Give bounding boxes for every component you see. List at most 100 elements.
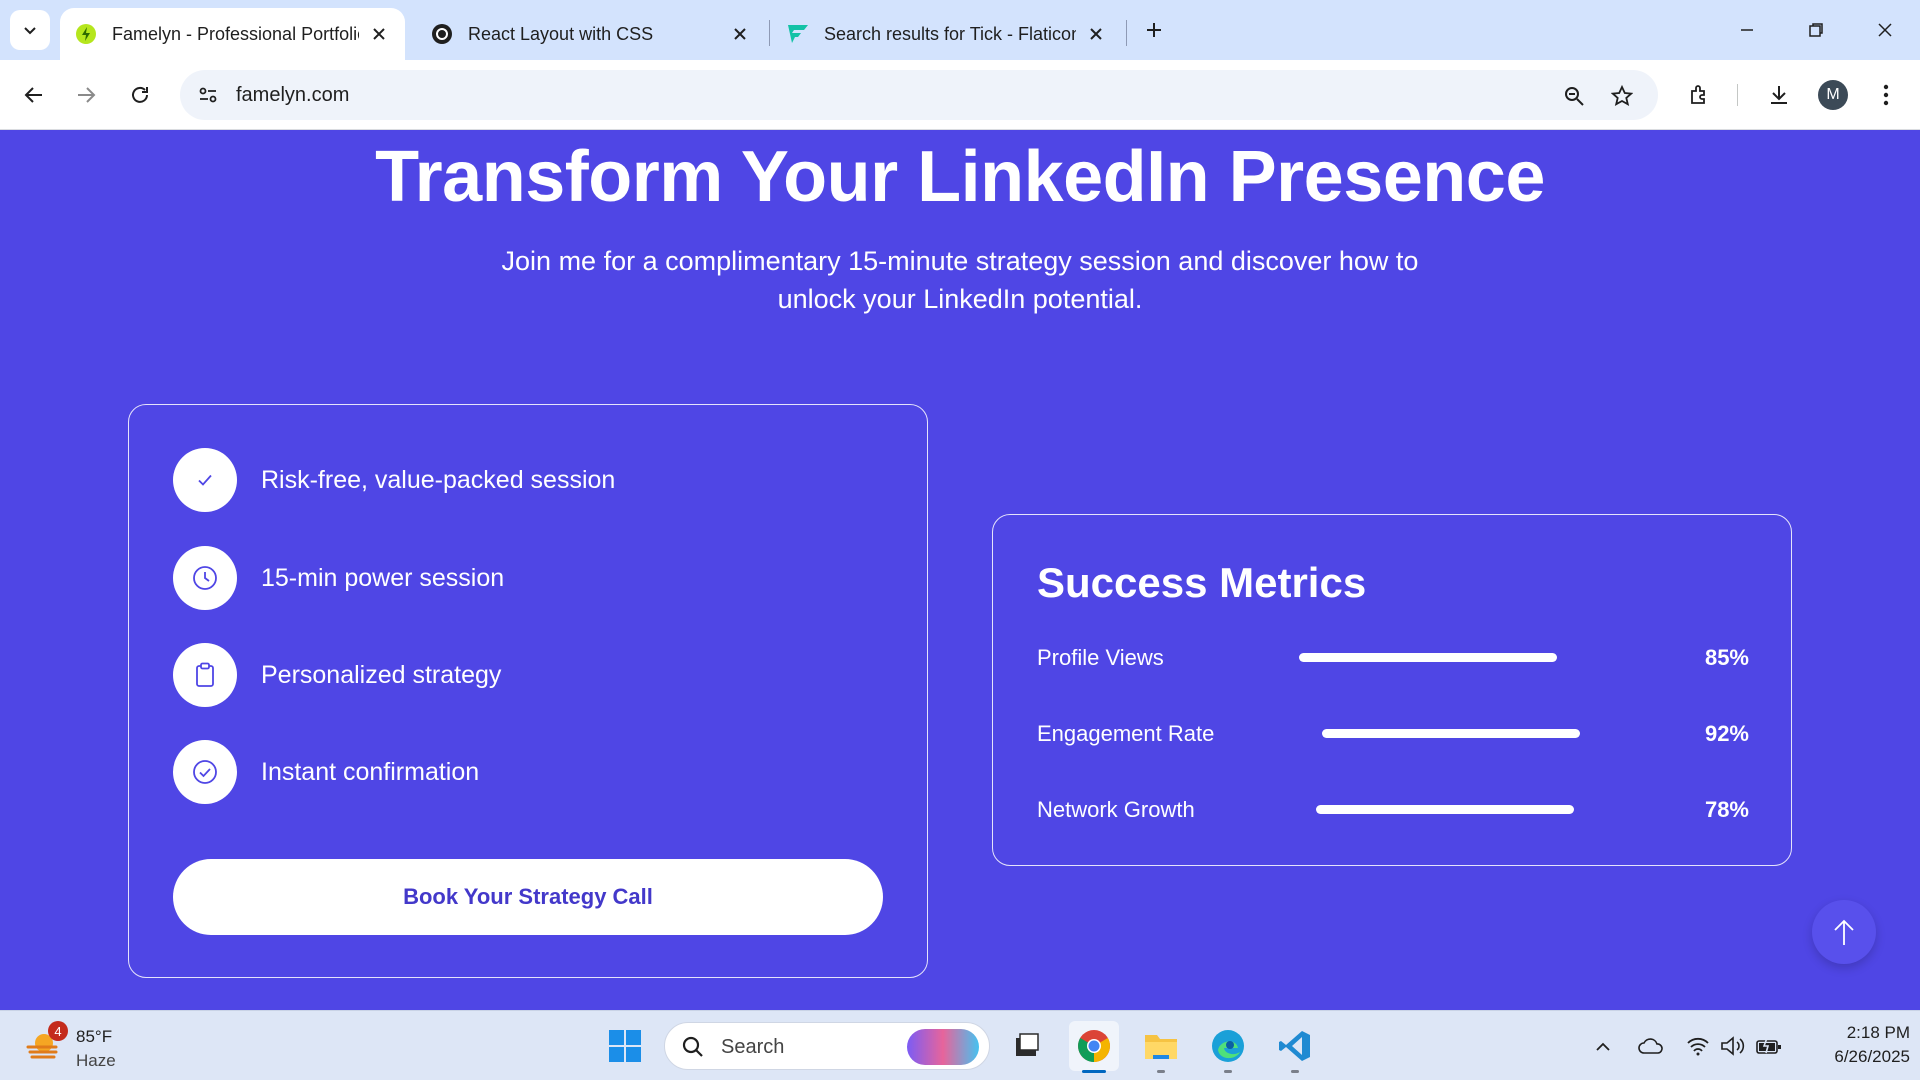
benefit-label: Personalized strategy: [261, 660, 502, 689]
show-hidden-icons-button[interactable]: [1588, 1031, 1618, 1061]
tab-separator: [1126, 20, 1127, 46]
close-window-button[interactable]: [1862, 10, 1908, 50]
reload-icon: [132, 86, 148, 103]
metrics-title: Success Metrics: [1037, 559, 1367, 606]
metric-bar: [1322, 729, 1580, 738]
address-bar[interactable]: famelyn.com: [180, 70, 1658, 120]
folder-icon: [1145, 1035, 1177, 1059]
volume-icon[interactable]: [1718, 1031, 1748, 1061]
clock-icon: [173, 546, 237, 610]
tab-strip: Famelyn - Professional Portfolio React L…: [0, 0, 1920, 60]
weather-condition: Haze: [76, 1051, 116, 1070]
file-explorer-app[interactable]: [1136, 1021, 1186, 1073]
search-icon: [682, 1036, 703, 1057]
metric-row: Profile Views 85%: [1037, 643, 1749, 673]
chatgpt-icon: [430, 22, 454, 46]
benefit-item: Personalized strategy: [173, 642, 501, 708]
tab-flaticon[interactable]: Search results for Tick - Flaticon: [772, 8, 1122, 60]
wifi-icon[interactable]: [1683, 1031, 1713, 1061]
book-strategy-call-button[interactable]: Book Your Strategy Call: [173, 859, 883, 935]
metric-value: 85%: [1704, 645, 1749, 670]
benefit-item: 15-min power session: [173, 545, 504, 611]
success-metrics-card: Success Metrics Profile Views 85% Engage…: [992, 514, 1792, 866]
url-text[interactable]: famelyn.com: [236, 84, 349, 107]
benefit-item: Instant confirmation: [173, 739, 479, 805]
weather-widget[interactable]: 4 85°F Haze: [26, 1021, 136, 1071]
profile-button[interactable]: M: [1813, 75, 1853, 115]
plus-icon: [1147, 23, 1161, 37]
clipboard-icon: [173, 643, 237, 707]
restore-icon: [1809, 23, 1823, 37]
metric-label: Profile Views: [1037, 645, 1164, 670]
toolbar-divider: [1737, 84, 1738, 106]
start-button[interactable]: [600, 1021, 650, 1071]
scroll-to-top-button[interactable]: [1812, 900, 1876, 964]
chrome-app[interactable]: [1069, 1021, 1119, 1073]
metric-value: 92%: [1704, 721, 1749, 746]
active-indicator: [1082, 1070, 1106, 1073]
minimize-icon: [1741, 29, 1753, 31]
metric-row: Engagement Rate 92%: [1037, 719, 1749, 749]
tab-react-layout[interactable]: React Layout with CSS: [416, 8, 766, 60]
task-view-icon: [1016, 1033, 1039, 1056]
chevron-down-icon: [24, 27, 36, 35]
arrow-right-icon: [78, 87, 96, 103]
weather-temp: 85°F: [76, 1027, 113, 1046]
browser-toolbar: famelyn.com M: [0, 60, 1920, 130]
site-settings-icon[interactable]: [194, 81, 222, 109]
battery-icon[interactable]: [1754, 1031, 1784, 1061]
page-title: Transform Your LinkedIn Presence: [375, 137, 1545, 217]
clock-date: 6/26/2025: [1834, 1047, 1910, 1066]
avatar: M: [1818, 80, 1848, 110]
metric-row: Network Growth 78%: [1037, 795, 1749, 825]
tab-separator: [769, 20, 770, 46]
close-icon[interactable]: [728, 22, 752, 46]
downloads-button[interactable]: [1759, 75, 1799, 115]
metric-value: 78%: [1704, 797, 1749, 822]
onedrive-icon[interactable]: [1636, 1031, 1666, 1061]
forward-button[interactable]: [66, 75, 106, 115]
minimize-button[interactable]: [1724, 10, 1770, 50]
extensions-button[interactable]: [1680, 75, 1720, 115]
vscode-app[interactable]: [1270, 1021, 1320, 1073]
chevron-up-icon: [1596, 1042, 1610, 1051]
download-icon: [1771, 86, 1787, 104]
tab-title: React Layout with CSS: [468, 23, 654, 44]
notification-badge: 4: [48, 1021, 68, 1041]
reload-button[interactable]: [120, 75, 160, 115]
check-circle-icon: [173, 740, 237, 804]
search-placeholder: Search: [721, 1036, 785, 1058]
tab-search-button[interactable]: [10, 10, 50, 50]
clock-time: 2:18 PM: [1846, 1023, 1910, 1042]
tab-title: Search results for Tick - Flaticon: [824, 23, 1076, 44]
benefits-card: Risk-free, value-packed session 15-min p…: [128, 404, 928, 978]
taskbar-search[interactable]: Search: [664, 1022, 990, 1070]
edge-icon: [1212, 1030, 1244, 1062]
arrow-left-icon: [24, 87, 42, 103]
menu-button[interactable]: [1866, 75, 1906, 115]
tab-famelyn[interactable]: Famelyn - Professional Portfolio: [60, 8, 405, 60]
tab-title: Famelyn - Professional Portfolio: [112, 23, 359, 44]
check-icon: [173, 448, 237, 512]
vscode-icon: [1279, 1031, 1310, 1061]
zoom-icon[interactable]: [1558, 80, 1590, 112]
page-subtitle: Join me for a complimentary 15-minute st…: [501, 246, 1419, 314]
running-indicator: [1224, 1070, 1232, 1073]
running-indicator: [1291, 1070, 1299, 1073]
bookmark-star-icon[interactable]: [1606, 80, 1638, 112]
windows-logo-icon: [609, 1030, 641, 1062]
chrome-icon: [1078, 1030, 1110, 1062]
task-view-button[interactable]: [1002, 1021, 1052, 1071]
back-button[interactable]: [14, 75, 54, 115]
close-icon: [1878, 23, 1892, 37]
new-tab-button[interactable]: [1138, 14, 1170, 46]
famelyn-logo-icon: [74, 22, 98, 46]
metric-label: Network Growth: [1037, 797, 1195, 822]
restore-button[interactable]: [1793, 10, 1839, 50]
benefit-label: 15-min power session: [261, 563, 505, 592]
close-icon[interactable]: [1084, 22, 1108, 46]
system-clock[interactable]: 2:18 PM 6/26/2025: [1800, 1021, 1910, 1069]
close-icon[interactable]: [367, 22, 391, 46]
taskbar: 4 85°F Haze Search 2:18 PM 6/26/2025: [0, 1010, 1920, 1080]
edge-app[interactable]: [1203, 1021, 1253, 1073]
